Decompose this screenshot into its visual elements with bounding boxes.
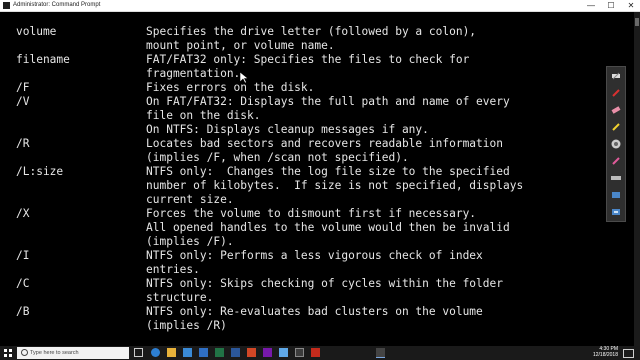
task-view-icon[interactable] (134, 348, 143, 357)
switch-description: number of kilobytes. If size is not spec… (146, 179, 524, 192)
excel-icon[interactable] (215, 348, 224, 357)
switch-description: structure. (146, 291, 214, 304)
color-wheel-icon[interactable] (611, 139, 621, 149)
switch-name: /X (16, 207, 30, 220)
snip-icon[interactable] (279, 348, 288, 357)
start-button[interactable] (0, 346, 16, 360)
console-line: /F Fixes errors on the disk. (16, 81, 314, 95)
pen-yellow-icon[interactable] (611, 122, 621, 132)
pen-red-icon[interactable] (611, 88, 621, 98)
switch-name: /B (16, 305, 30, 318)
notification-icon[interactable] (623, 349, 634, 358)
media-icon[interactable] (311, 348, 320, 357)
console-line: fragmentation. (16, 67, 240, 81)
console-scrollbar[interactable] (634, 12, 640, 346)
switch-description: On FAT/FAT32: Displays the full path and… (146, 95, 510, 108)
switch-description: Fixes errors on the disk. (146, 81, 315, 94)
camera-icon[interactable] (295, 348, 304, 357)
switch-description: NTFS only: Performs a less vigorous chec… (146, 249, 483, 262)
switch-name: /V (16, 95, 30, 108)
search-placeholder: Type here to search (30, 350, 79, 356)
switch-description: On NTFS: Displays cleanup messages if an… (146, 123, 429, 136)
powerpoint-icon[interactable] (247, 348, 256, 357)
switch-description: (implies /R) (146, 319, 227, 332)
search-icon (21, 349, 28, 356)
ruler-icon[interactable] (611, 173, 621, 183)
switch-name: /L:size (16, 165, 64, 178)
system-clock[interactable]: 4:30 PM 12/18/2018 (593, 346, 618, 360)
console-line: file on the disk. (16, 109, 261, 123)
console-line: /V On FAT/FAT32: Displays the full path a… (16, 95, 510, 109)
console-line: /X Forces the volume to dismount first if… (16, 207, 476, 221)
console-line: entries. (16, 263, 200, 277)
window-titlebar[interactable]: Administrator: Command Prompt — ☐ ✕ (0, 0, 640, 12)
console-line: mount point, or volume name. (16, 39, 335, 53)
switch-name: /R (16, 137, 30, 150)
minimize-button[interactable]: — (582, 0, 600, 11)
switch-name: /I (16, 249, 30, 262)
switch-description: entries. (146, 263, 200, 276)
switch-name: /F (16, 81, 30, 94)
console-line: /B NTFS only: Re-evaluates bad clusters o… (16, 305, 483, 319)
onenote-icon[interactable] (263, 348, 272, 357)
screen-icon[interactable] (611, 190, 621, 200)
switch-description: NTFS only: Changes the log file size to … (146, 165, 510, 178)
edge-icon[interactable] (151, 348, 160, 357)
switch-description: Forces the volume to dismount first if n… (146, 207, 477, 220)
console-line: /I NTFS only: Performs a less vigorous ch… (16, 249, 483, 263)
console-line: All opened handles to the volume would t… (16, 221, 510, 235)
console-line: current size. (16, 193, 234, 207)
switch-name: filename (16, 53, 70, 66)
clock-date: 12/18/2018 (592, 352, 618, 358)
console-line: /L:size NTFS only: Changes the log file s… (16, 165, 510, 179)
switch-description: fragmentation. (146, 67, 241, 80)
cmd-app-icon (3, 2, 10, 9)
console-line: (implies /F, when /scan not specified). (16, 151, 409, 165)
file-explorer-icon[interactable] (167, 348, 176, 357)
console-line: (implies /F). (16, 235, 234, 249)
console-line: structure. (16, 291, 213, 305)
scrollbar-thumb[interactable] (635, 18, 639, 26)
switch-description: Locates bad sectors and recovers readabl… (146, 137, 503, 150)
switch-description: (implies /F, when /scan not specified). (146, 151, 409, 164)
console-line: volume Specifies the drive letter (follow… (16, 25, 476, 39)
mouse-cursor-icon (240, 72, 248, 84)
screen-icon-2[interactable] (611, 207, 621, 217)
switch-description: file on the disk. (146, 109, 261, 122)
close-button[interactable]: ✕ (622, 0, 640, 11)
word-icon[interactable] (231, 348, 240, 357)
switch-description: current size. (146, 193, 234, 206)
switch-name: volume (16, 25, 57, 38)
store-icon[interactable] (183, 348, 192, 357)
pen-pink-icon[interactable] (611, 156, 621, 166)
window-title: Administrator: Command Prompt (13, 2, 101, 8)
console-line: On NTFS: Displays cleanup messages if an… (16, 123, 429, 137)
switch-description: All opened handles to the volume would t… (146, 221, 510, 234)
switch-description: Specifies the drive letter (followed by … (146, 25, 477, 38)
console-output[interactable]: volume Specifies the drive letter (follow… (0, 12, 634, 346)
switch-description: FAT/FAT32 only: Specifies the files to c… (146, 53, 470, 66)
console-line: number of kilobytes. If size is not spec… (16, 179, 523, 193)
console-line: /C NTFS only: Skips checking of cycles wi… (16, 277, 503, 291)
mail-icon[interactable] (199, 348, 208, 357)
console-line: filename FAT/FAT32 only: Specifies the fi… (16, 53, 469, 67)
terminal-icon[interactable] (376, 348, 385, 358)
switch-description: NTFS only: Skips checking of cycles with… (146, 277, 503, 290)
switch-description: mount point, or volume name. (146, 39, 335, 52)
highlighter-icon[interactable] (611, 71, 621, 81)
taskbar-search[interactable]: Type here to search (17, 347, 129, 359)
ink-toolbar[interactable] (606, 66, 626, 222)
console-line: /R Locates bad sectors and recovers reada… (16, 137, 503, 151)
switch-description: (implies /F). (146, 235, 234, 248)
switch-description: NTFS only: Re-evaluates bad clusters on … (146, 305, 483, 318)
maximize-button[interactable]: ☐ (602, 0, 620, 11)
console-line: (implies /R) (16, 319, 227, 333)
eraser-icon[interactable] (611, 105, 621, 115)
switch-name: /C (16, 277, 30, 290)
taskbar: Type here to search 4:30 PM 12/18/2018 (0, 346, 640, 360)
